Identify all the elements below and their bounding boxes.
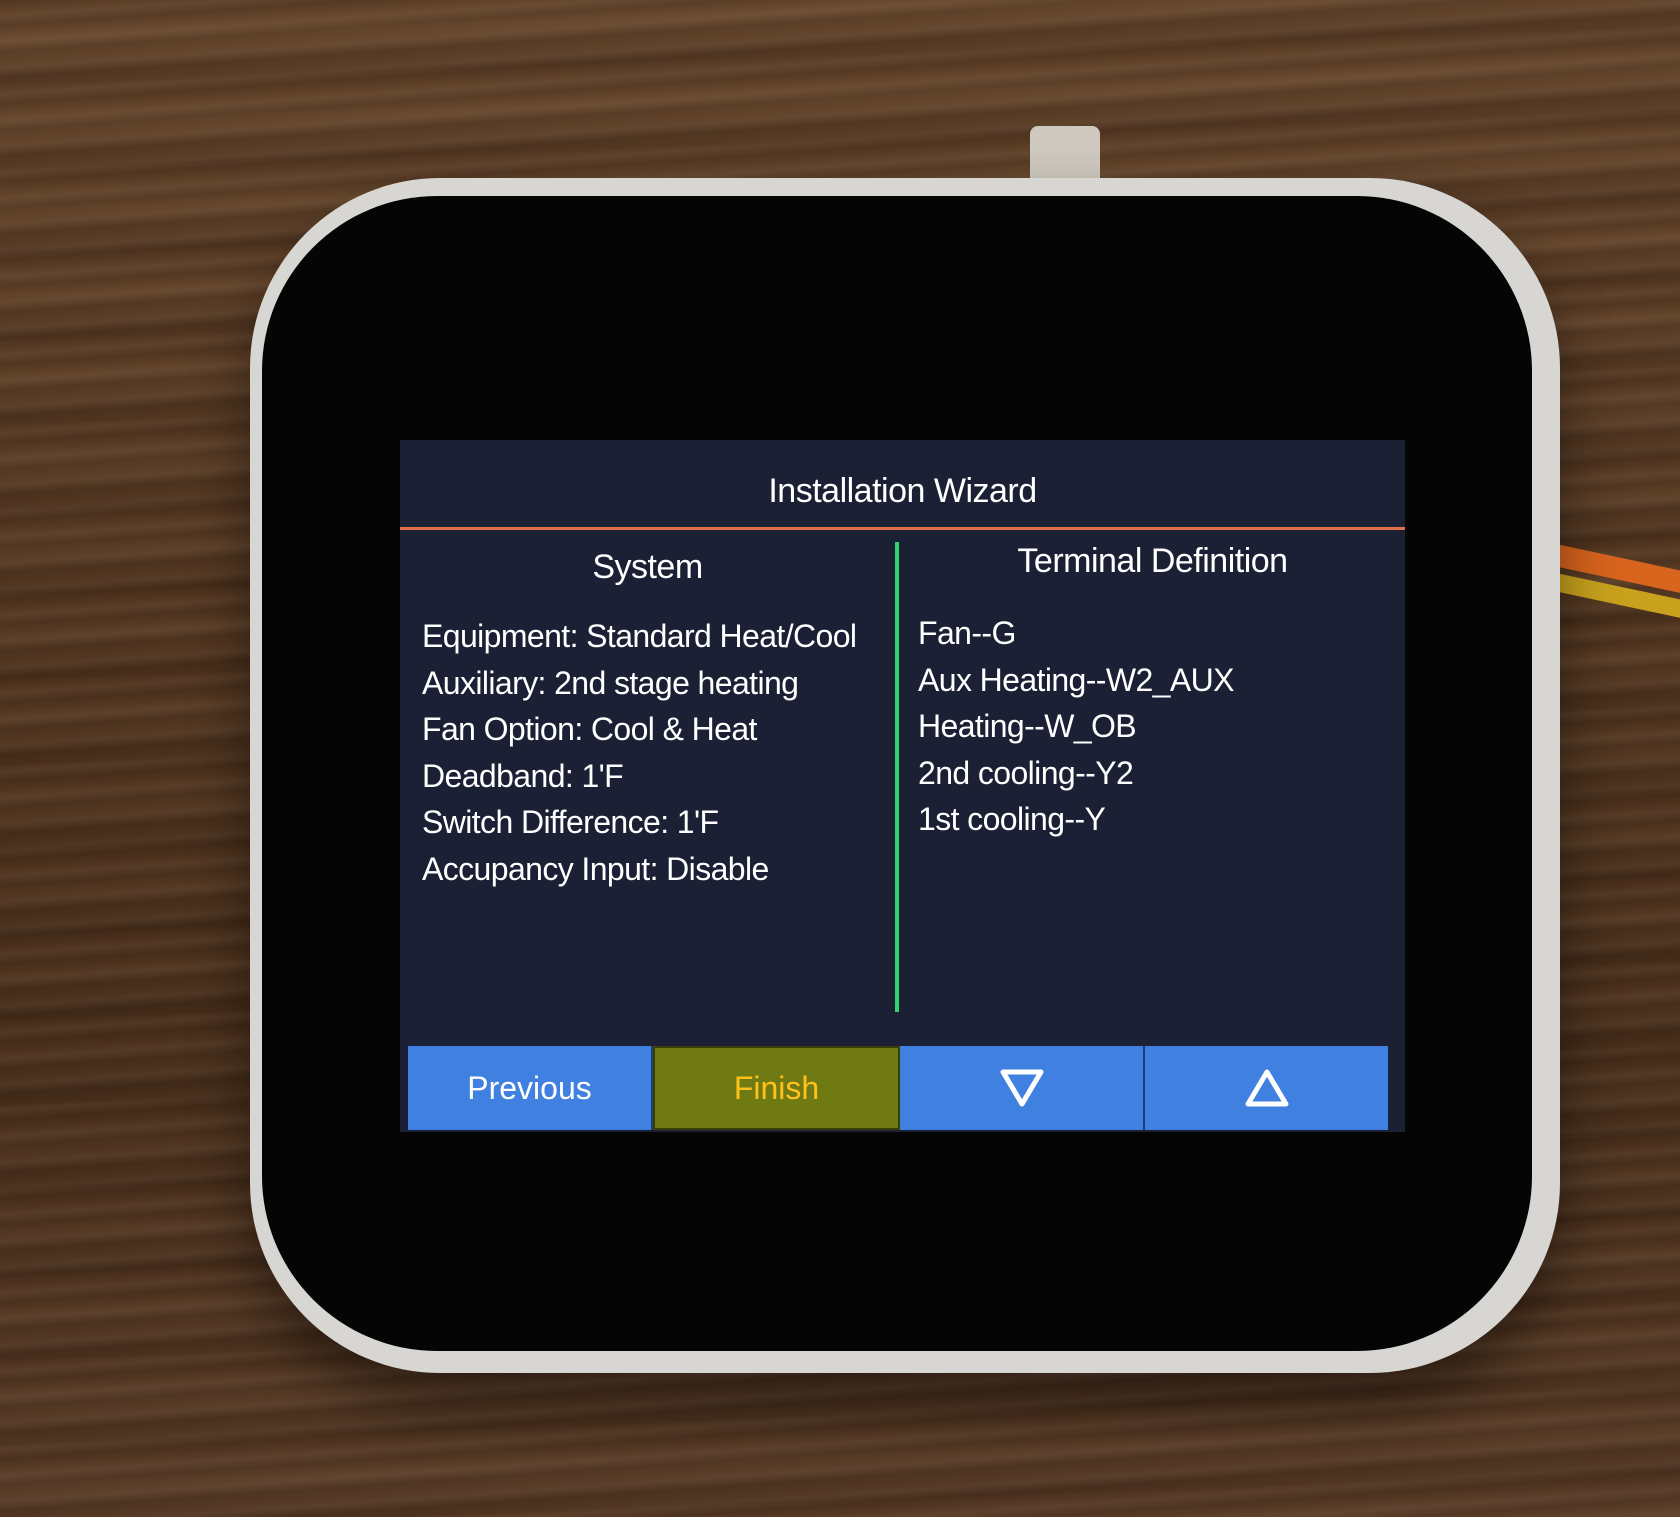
system-header: System (592, 548, 703, 586)
terminal-definition-list: Fan--G Aux Heating--W2_AUX Heating--W_OB… (918, 610, 1234, 843)
list-item: Switch Difference: 1'F (422, 804, 719, 840)
system-settings-list: Equipment: Standard Heat/Cool Auxiliary:… (422, 613, 857, 892)
triangle-down-icon (1000, 1069, 1043, 1107)
list-item: Accupancy Input: Disable (422, 850, 769, 887)
list-item: Fan--G (918, 615, 1016, 651)
list-item: Aux Heating--W2_AUX (918, 661, 1234, 698)
previous-button[interactable]: Previous (408, 1046, 653, 1130)
list-item: 1st cooling--Y (918, 801, 1106, 837)
list-item: Fan Option: Cool & Heat (422, 711, 757, 747)
list-item: Heating--W_OB (918, 708, 1137, 744)
page-title: Installation Wizard (768, 472, 1037, 510)
triangle-up-icon (1245, 1069, 1288, 1107)
scroll-up-button[interactable] (1145, 1046, 1388, 1130)
thermostat-screen: Installation Wizard System Terminal Defi… (400, 440, 1405, 1132)
wizard-button-bar: Previous Finish (408, 1046, 1388, 1130)
list-item: Deadband: 1'F (422, 757, 624, 794)
list-item: Auxiliary: 2nd stage heating (422, 664, 799, 701)
list-item: 2nd cooling--Y2 (918, 754, 1134, 791)
finish-button[interactable]: Finish (653, 1046, 900, 1130)
column-divider (895, 542, 899, 1012)
scroll-down-button[interactable] (900, 1046, 1145, 1130)
title-divider (400, 527, 1405, 530)
terminal-definition-header: Terminal Definition (1017, 542, 1288, 580)
list-item: Equipment: Standard Heat/Cool (422, 618, 857, 654)
